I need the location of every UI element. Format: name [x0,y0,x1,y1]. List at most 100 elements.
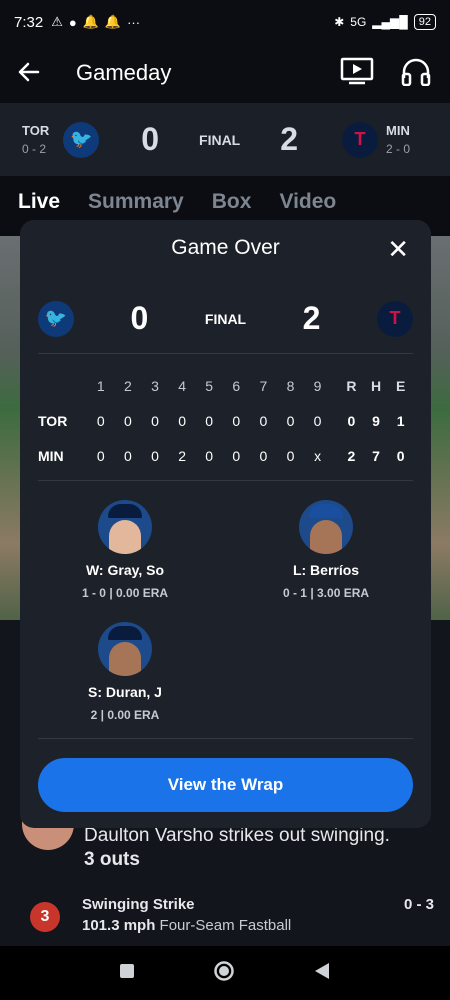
inning-cell: 0 [205,447,214,464]
status-time: 7:32 [14,13,44,31]
home-team-info: MIN 2 - 0 [386,123,410,156]
more-icon: ··· [127,14,141,30]
inning-cell: 0 [151,412,159,429]
messenger-icon: ● [68,14,77,30]
bell-icon: 🔔 [82,14,99,29]
blue-jays-logo-icon: 🐦 [63,121,100,158]
pitch-count: 0 - 3 [403,896,434,913]
inning-cell: 0 [205,412,214,429]
inning-cell: 0 [124,447,132,464]
inning-cell: 0 [259,412,268,429]
divider [38,353,413,354]
avatar [299,500,353,554]
inning-header: 2 [124,377,132,394]
tab-live[interactable]: Live [18,190,60,214]
inning-header: 6 [232,377,241,394]
play-description: Daulton Varsho strikes out swinging. 3 o… [84,824,390,872]
inning-cell: 0 [313,412,322,429]
linescore-header: 1 2 3 4 5 6 7 8 9 R H E [38,368,413,403]
tab-video[interactable]: Video [279,190,336,214]
team-abbr: MIN [38,447,64,464]
page-title: Gameday [76,60,172,85]
pitcher-stat: 0 - 1 | 3.00 ERA [282,586,370,600]
inning-cell: 0 [232,447,241,464]
table-row: TOR 0 0 0 0 0 0 0 0 0 0 9 1 [38,403,413,438]
hits-cell: 9 [372,412,380,429]
pitcher-name: S: Duran, J [88,684,162,700]
modal-title: Game Over [171,236,280,259]
score-strip: TOR 0 - 2 🐦 0 FINAL 2 T MIN 2 - 0 [0,103,450,176]
table-row: MIN 0 0 0 2 0 0 0 0 x 2 7 0 [38,438,413,473]
losing-pitcher[interactable]: L: Berríos 0 - 1 | 3.00 ERA [246,500,406,600]
view-wrap-button[interactable]: View the Wrap [38,758,413,812]
bell-icon: 🔔 [104,14,122,29]
back-icon[interactable] [313,962,331,985]
arrow-left-icon[interactable] [18,57,58,89]
winning-pitcher[interactable]: W: Gray, So 1 - 0 | 0.00 ERA [45,500,205,600]
tab-summary[interactable]: Summary [88,190,184,214]
home-icon[interactable] [213,960,235,987]
inning-header: 4 [178,377,186,394]
inning-cell: 0 [286,447,295,464]
runs-cell: 0 [347,412,356,429]
away-record: 0 - 2 [22,142,47,156]
signal-icon: ▂▄▆█ [372,15,408,29]
inning-cell: 0 [259,447,268,464]
headphones-icon[interactable] [400,56,432,91]
linescore-table: 1 2 3 4 5 6 7 8 9 R H E TOR 0 0 0 0 0 0 … [38,368,413,473]
home-record: 2 - 0 [386,142,411,156]
pitcher-name: W: Gray, So [85,562,165,578]
away-abbr: TOR [22,123,50,138]
outs-text: 3 outs [84,849,140,870]
inning-cell: 0 [178,412,186,429]
modal-status: FINAL [204,310,247,327]
twins-logo-icon: T [342,121,379,158]
avatar [98,622,152,676]
pitch-result: Swinging Strike [82,896,195,913]
save-pitcher[interactable]: S: Duran, J 2 | 0.00 ERA [45,622,205,722]
pitcher-stat: 2 | 0.00 ERA [90,708,160,722]
modal-home-score: 2 [302,300,321,336]
recents-icon[interactable] [119,963,135,984]
inning-header: 3 [151,377,159,394]
tab-bar: Live Summary Box Video [18,190,336,214]
close-icon[interactable]: ✕ [387,234,409,265]
pitch-number-badge: 3 [30,902,60,932]
inning-header: 8 [286,377,295,394]
pitcher-name: L: Berríos [292,562,360,578]
hits-header: H [370,377,382,394]
tab-box[interactable]: Box [212,190,252,214]
modal-away-score: 0 [130,300,149,336]
divider [38,480,413,481]
runs-header: R [346,377,357,394]
battery-level: 92 [413,14,436,30]
app-header: Gameday [0,44,450,102]
errors-cell: 0 [396,447,405,464]
pitch-name: Four-Seam Fastball [159,917,292,934]
game-over-modal: Game Over ✕ 🐦 0 FINAL 2 T 1 2 3 4 5 6 7 … [20,220,431,828]
system-nav-bar [0,946,450,1000]
blue-jays-logo-icon: 🐦 [38,300,74,337]
inning-cell: x [314,447,322,464]
inning-header: 9 [313,377,322,394]
game-status: FINAL [199,131,241,148]
inning-header: 5 [205,377,214,394]
status-bar: 7:32 ⚠ ● 🔔 🔔 ··· ✱ 5G ▂▄▆█ 92 [0,0,450,44]
bluetooth-icon: ✱ [334,15,345,29]
inning-cell: 0 [232,412,241,429]
modal-score-row: 🐦 0 FINAL 2 T [38,300,413,337]
inning-cell: 0 [151,447,159,464]
twins-logo-icon: T [377,300,413,337]
home-score: 2 [280,121,299,157]
home-abbr: MIN [386,123,410,138]
pitcher-stat: 1 - 0 | 0.00 ERA [81,586,169,600]
pitch-row[interactable]: 3 Swinging Strike 101.3 mph Four-Seam Fa… [30,896,434,934]
notification-muted-icon: ⚠ [51,14,63,29]
away-score: 0 [141,121,160,157]
avatar [98,500,152,554]
away-team-info: TOR 0 - 2 [22,123,49,156]
errors-header: E [396,377,406,394]
inning-cell: 0 [286,412,295,429]
inning-cell: 2 [178,447,186,464]
tv-play-icon[interactable] [340,57,374,90]
